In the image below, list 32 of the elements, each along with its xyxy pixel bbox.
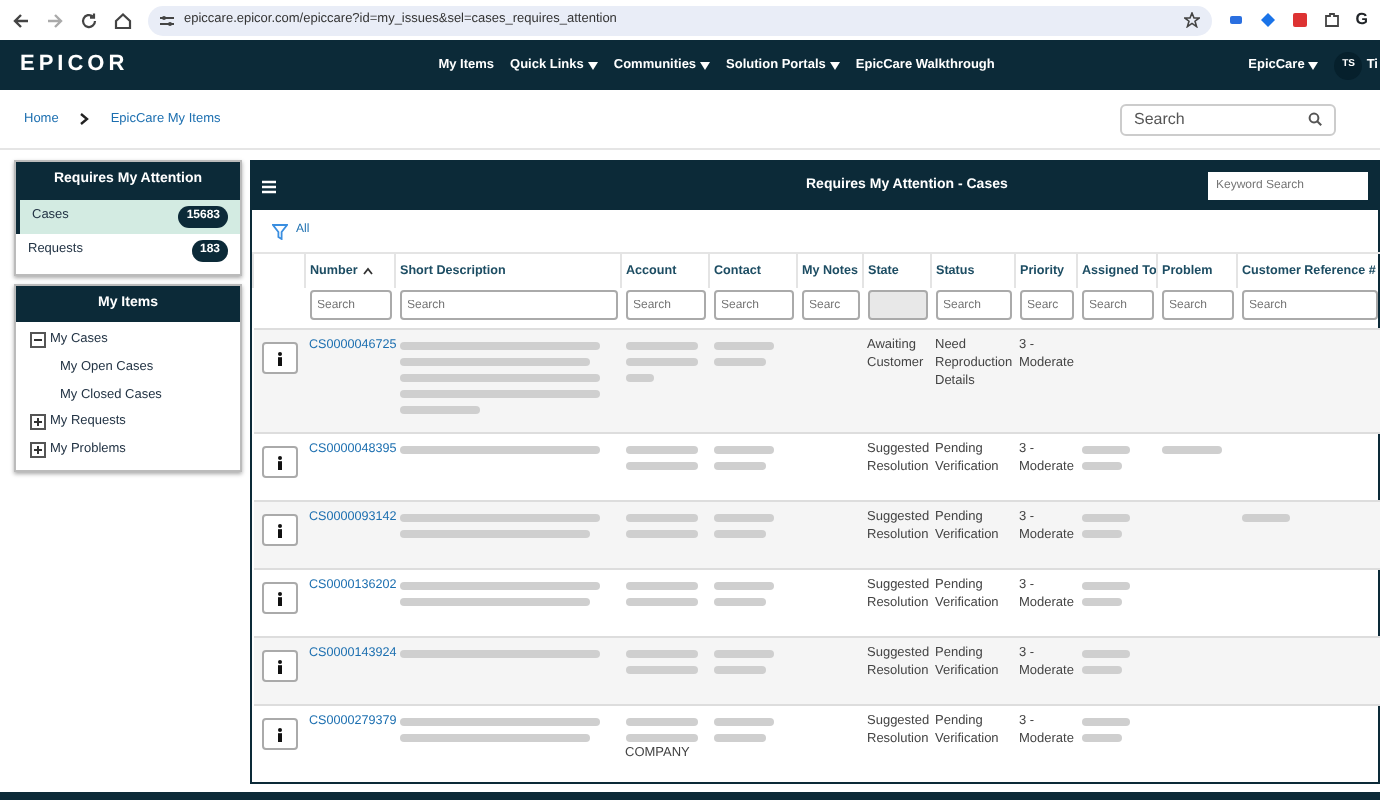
menu-icon[interactable] (262, 179, 276, 193)
info-button[interactable] (261, 718, 297, 751)
info-button[interactable] (261, 582, 297, 615)
info-button[interactable] (261, 650, 297, 683)
back-icon[interactable] (12, 11, 30, 29)
info-button[interactable] (261, 446, 297, 479)
star-icon[interactable] (1183, 12, 1200, 28)
search-field[interactable]: Search (1120, 103, 1336, 135)
caret-down-icon[interactable] (1308, 61, 1319, 69)
caret-down-icon[interactable] (587, 61, 598, 69)
profile-initial[interactable]: G (1355, 8, 1368, 32)
info-icon (275, 659, 283, 674)
search-icon (1308, 112, 1322, 126)
info-button[interactable] (261, 342, 297, 375)
sort-ascending-icon[interactable] (361, 266, 374, 277)
info-icon (275, 523, 283, 538)
info-icon (275, 591, 283, 606)
caret-down-icon[interactable] (700, 61, 711, 69)
collapse-icon[interactable] (30, 331, 46, 348)
logo[interactable]: EPICOR (20, 48, 129, 82)
filter-icon[interactable] (272, 223, 288, 239)
info-icon (275, 727, 283, 742)
site-settings-icon[interactable] (160, 13, 174, 27)
info-button[interactable] (261, 514, 297, 547)
info-icon (275, 351, 283, 366)
chevron-right-icon (78, 112, 91, 126)
expand-icon[interactable] (30, 414, 46, 431)
home-icon[interactable] (114, 11, 132, 29)
reload-icon[interactable] (80, 11, 98, 29)
caret-down-icon[interactable] (829, 61, 840, 69)
expand-icon[interactable] (30, 441, 46, 458)
info-icon (275, 455, 283, 470)
